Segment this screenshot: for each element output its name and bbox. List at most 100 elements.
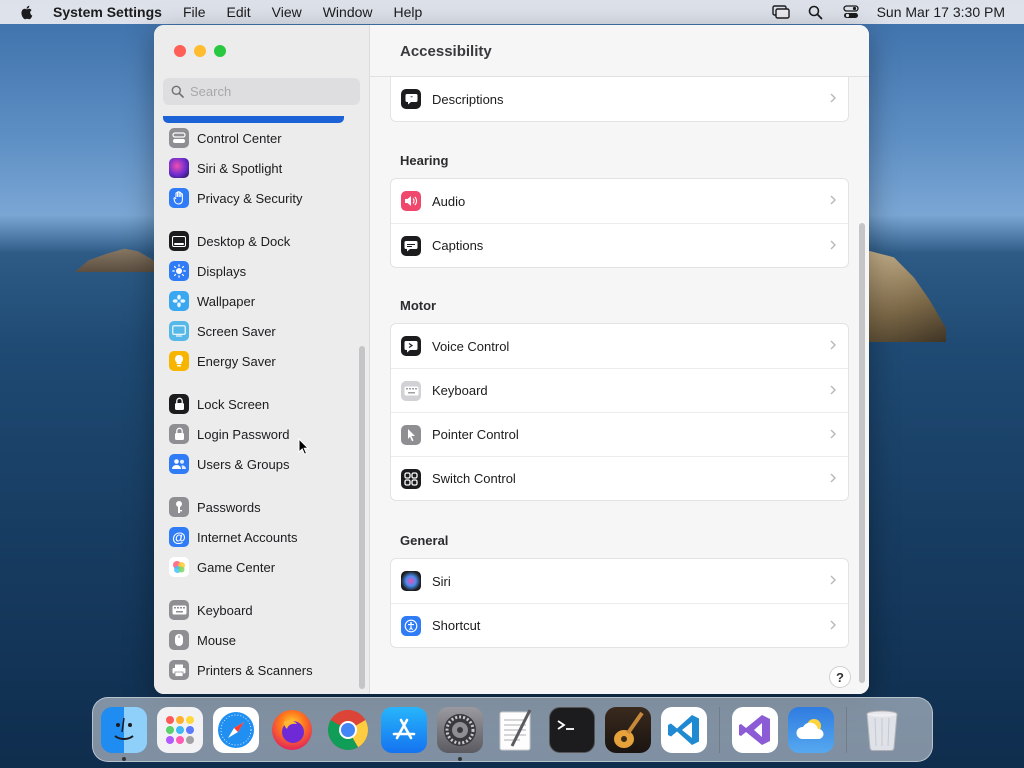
sidebar-item-desktop-dock[interactable]: Desktop & Dock <box>169 226 359 256</box>
close-button[interactable] <box>174 45 186 57</box>
sidebar-item-internet-accounts[interactable]: @ Internet Accounts <box>169 522 359 552</box>
sidebar-item-screen-saver[interactable]: Screen Saver <box>169 316 359 346</box>
dock-safari[interactable] <box>213 706 259 753</box>
system-settings-icon <box>444 713 476 746</box>
page-title: Accessibility <box>400 43 492 60</box>
content-pane: Accessibility " Descriptions Hearing Aud… <box>370 25 869 694</box>
vscode-icon <box>668 714 699 745</box>
sidebar-item-wallpaper[interactable]: Wallpaper <box>169 286 359 316</box>
minimize-button[interactable] <box>194 45 206 57</box>
dock-garageband[interactable] <box>605 706 651 753</box>
dock-trash[interactable] <box>859 707 905 753</box>
selected-item-highlight <box>163 116 344 123</box>
finder-icon <box>114 717 134 740</box>
row-pointer-control[interactable]: Pointer Control <box>391 412 848 456</box>
sidebar-item-label: Displays <box>197 263 247 279</box>
row-label: Pointer Control <box>432 427 519 442</box>
sidebar-item-displays[interactable]: Displays <box>169 256 359 286</box>
keyboard-icon <box>169 600 189 620</box>
dock-terminal[interactable] <box>549 706 595 753</box>
row-switch-control[interactable]: Switch Control <box>391 456 848 500</box>
row-audio[interactable]: Audio <box>391 179 848 223</box>
chevron-right-icon <box>830 575 836 585</box>
dock-visual-studio[interactable] <box>732 706 778 753</box>
users-icon <box>169 454 189 474</box>
sidebar-item-lock-screen[interactable]: Lock Screen <box>169 389 359 419</box>
dock-firefox[interactable] <box>269 707 315 753</box>
search-field[interactable] <box>163 78 360 105</box>
search-input[interactable] <box>190 84 350 99</box>
chevron-right-icon <box>830 240 836 250</box>
motor-group: Voice Control Keyboard Pointer Control S… <box>390 323 849 501</box>
system-settings-window: Control Center Siri & Spotlight Privacy … <box>154 25 869 694</box>
running-indicator <box>122 756 126 761</box>
row-siri[interactable]: Siri <box>391 559 848 603</box>
content-scrollbar[interactable] <box>859 223 865 683</box>
sidebar-item-siri-spotlight[interactable]: Siri & Spotlight <box>169 153 359 183</box>
help-button[interactable]: ? <box>829 666 851 688</box>
sidebar-item-label: Energy Saver <box>197 353 276 369</box>
dock-icon <box>169 231 189 251</box>
sidebar-item-energy-saver[interactable]: Energy Saver <box>169 346 359 376</box>
menu-window[interactable]: Window <box>323 4 373 20</box>
row-shortcut[interactable]: Shortcut <box>391 603 848 647</box>
apple-menu-icon[interactable] <box>19 4 35 20</box>
visual-studio-icon <box>739 714 770 745</box>
control-center-icon[interactable] <box>842 4 860 20</box>
dock-chrome[interactable] <box>325 707 371 753</box>
sidebar-item-game-center[interactable]: Game Center <box>169 552 359 582</box>
spotlight-search-icon[interactable] <box>807 4 825 20</box>
sidebar: Control Center Siri & Spotlight Privacy … <box>154 25 370 694</box>
screen-mirroring-icon[interactable] <box>771 4 790 20</box>
control-center-icon <box>169 128 189 148</box>
section-title-hearing: Hearing <box>400 153 449 168</box>
sidebar-item-privacy-security[interactable]: Privacy & Security <box>169 183 359 213</box>
sidebar-item-users-groups[interactable]: Users & Groups <box>169 449 359 479</box>
row-captions[interactable]: Captions <box>391 223 848 267</box>
dock-textedit[interactable] <box>493 707 539 753</box>
dock-separator <box>846 706 847 753</box>
zoom-button[interactable] <box>214 45 226 57</box>
menu-edit[interactable]: Edit <box>227 4 251 20</box>
dock-separator <box>719 706 720 753</box>
voice-control-icon <box>401 336 421 356</box>
row-label: Voice Control <box>432 338 510 354</box>
row-keyboard[interactable]: Keyboard <box>391 368 848 412</box>
descriptions-icon: " <box>401 89 421 109</box>
sidebar-item-control-center[interactable]: Control Center <box>169 123 359 153</box>
sidebar-item-login-password[interactable]: Login Password <box>169 419 359 449</box>
sidebar-item-passwords[interactable]: Passwords <box>169 492 359 522</box>
menu-help[interactable]: Help <box>394 4 423 20</box>
chevron-right-icon <box>830 340 836 350</box>
dock-launchpad[interactable] <box>157 706 203 753</box>
siri-icon <box>401 571 421 591</box>
siri-icon <box>169 158 189 178</box>
dock-weather[interactable] <box>788 706 834 753</box>
dock-finder[interactable] <box>101 706 147 761</box>
sidebar-scrollbar[interactable] <box>359 346 365 689</box>
row-descriptions[interactable]: " Descriptions <box>391 77 848 121</box>
speaker-icon <box>401 191 421 211</box>
sidebar-item-printers-scanners[interactable]: Printers & Scanners <box>169 655 359 685</box>
weather-icon <box>796 718 824 739</box>
sidebar-item-label: Login Password <box>197 426 290 442</box>
menu-app-name[interactable]: System Settings <box>53 4 162 20</box>
sidebar-item-label: Printers & Scanners <box>197 662 313 678</box>
dock-vscode[interactable] <box>661 706 707 753</box>
keyboard-icon <box>401 380 421 401</box>
sidebar-item-keyboard[interactable]: Keyboard <box>169 595 359 625</box>
chrome-icon <box>328 709 368 750</box>
row-voice-control[interactable]: Voice Control <box>391 324 848 368</box>
hand-icon <box>169 188 189 208</box>
search-icon <box>171 85 184 98</box>
dock-system-settings[interactable] <box>437 706 483 761</box>
menu-file[interactable]: File <box>183 4 206 20</box>
trash-icon <box>866 710 898 751</box>
sidebar-item-label: Wallpaper <box>197 293 256 309</box>
sidebar-item-mouse[interactable]: Mouse <box>169 625 359 655</box>
menu-view[interactable]: View <box>272 4 302 20</box>
row-label: Descriptions <box>432 91 504 107</box>
sidebar-item-label: Game Center <box>197 559 276 575</box>
menu-clock[interactable]: Sun Mar 17 3:30 PM <box>877 4 1005 20</box>
dock-app-store[interactable] <box>381 706 427 753</box>
